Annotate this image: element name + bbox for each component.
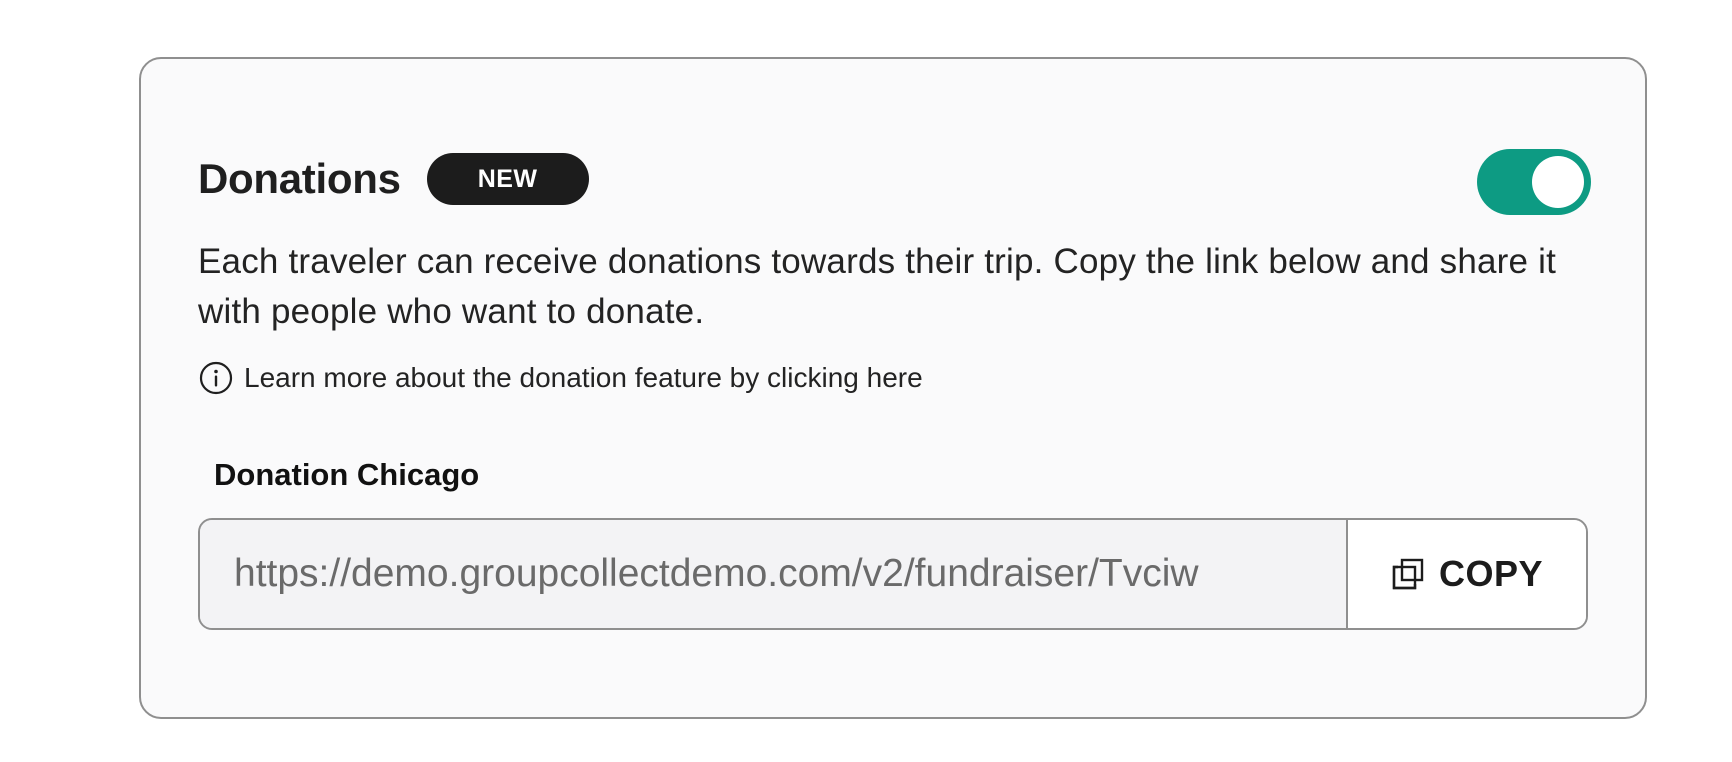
info-icon — [198, 360, 234, 396]
copy-button-label: COPY — [1438, 553, 1544, 594]
copy-button[interactable]: COPY — [1348, 520, 1586, 628]
donation-link-group: COPY — [198, 518, 1588, 630]
section-title: Donations — [198, 155, 401, 202]
donations-toggle[interactable] — [1477, 149, 1591, 215]
donations-description: Each traveler can receive donations towa… — [198, 242, 1557, 331]
donations-card: Donations NEW Each traveler can receive … — [139, 57, 1647, 719]
new-badge: NEW — [426, 153, 589, 205]
learn-more-link[interactable]: Learn more about the donation feature by… — [198, 360, 923, 396]
toggle-knob — [1532, 156, 1584, 208]
donation-link-label: Donation Chicago — [214, 457, 480, 492]
learn-more-text: Learn more about the donation feature by… — [244, 362, 923, 393]
copy-icon — [1391, 557, 1425, 591]
donation-link-input[interactable] — [200, 520, 1348, 628]
donations-header: Donations NEW — [198, 149, 589, 209]
